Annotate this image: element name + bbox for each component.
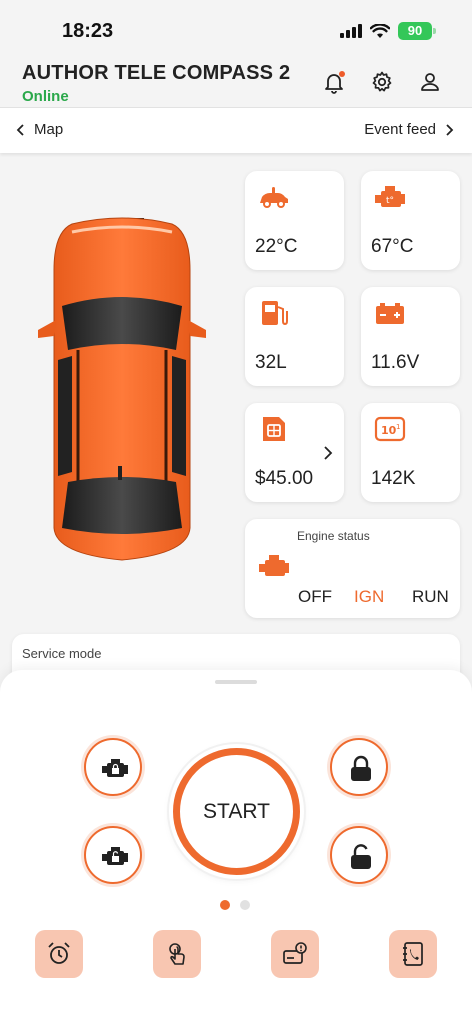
engine-unlock-button[interactable] [84, 826, 142, 884]
status-bar: 18:23 90 [0, 0, 472, 60]
engine-state-run[interactable]: RUN [412, 587, 449, 607]
phonebook-icon [403, 942, 423, 966]
event-feed-link[interactable]: Event feed [364, 121, 454, 138]
engine-status-card: Engine status OFF IGN RUN [245, 519, 460, 618]
svg-text:1: 1 [396, 423, 400, 431]
device-title: AUTHOR TELE COMPASS 2 [22, 62, 291, 84]
engine-status-title: Engine status [297, 529, 370, 543]
nav-bar: Map Event feed [0, 107, 472, 153]
engine-temperature-tile: t° 67°C [361, 171, 460, 270]
fuel-icon [262, 301, 288, 326]
engine-temperature-value: 67°C [371, 236, 414, 257]
alarm-clock-icon [48, 942, 70, 964]
map-link[interactable]: Map [16, 121, 63, 138]
wifi-icon [370, 23, 390, 38]
odometer-value: 142K [371, 468, 416, 489]
engine-icon [259, 555, 289, 576]
start-button[interactable]: START [173, 748, 300, 875]
battery-indicator: 90 [398, 22, 436, 40]
phonebook-button[interactable] [389, 930, 437, 978]
page-dot-2[interactable] [240, 900, 250, 910]
engine-temperature-icon: t° [375, 186, 405, 207]
odometer-icon: 10 1 [374, 416, 406, 442]
lock-icon [351, 755, 371, 781]
fuel-value: 32L [255, 352, 287, 373]
event-feed-label: Event feed [364, 121, 436, 138]
engine-state-ign[interactable]: IGN [354, 587, 384, 607]
status-time: 18:23 [62, 20, 114, 42]
engine-state-off[interactable]: OFF [298, 587, 332, 607]
page-indicator [220, 900, 250, 910]
fuel-tile: 32L [245, 287, 344, 386]
unlock-button[interactable] [330, 826, 388, 884]
chevron-right-icon [446, 123, 454, 136]
car-top-view-illustration [38, 217, 206, 561]
status-icons: 90 [340, 22, 436, 40]
notification-dot [339, 71, 345, 77]
sim-balance-tile[interactable]: $45.00 [245, 403, 344, 502]
cabin-temperature-value: 22°C [255, 236, 298, 257]
battery-voltage-value: 11.6V [371, 352, 420, 373]
service-mode-label: Service mode [22, 646, 102, 661]
sheet-handle[interactable] [215, 680, 257, 684]
engine-lock-icon [102, 759, 128, 777]
lock-button[interactable] [330, 738, 388, 796]
user-icon [421, 73, 439, 91]
engine-lock-button[interactable] [84, 738, 142, 796]
touch-icon [169, 943, 185, 965]
sim-card-icon [263, 417, 285, 441]
map-label: Map [34, 121, 64, 138]
card-alert-icon [283, 942, 307, 964]
chevron-right-icon [324, 446, 333, 460]
connection-status: Online [22, 88, 69, 105]
profile-button[interactable] [418, 70, 442, 94]
app-header: AUTHOR TELE COMPASS 2 Online [0, 60, 472, 106]
signal-icon [340, 24, 362, 38]
battery-icon [376, 303, 404, 324]
sim-balance-value: $45.00 [255, 468, 314, 489]
page-dot-1[interactable] [220, 900, 230, 910]
svg-text:t°: t° [386, 196, 394, 206]
gear-icon [372, 71, 392, 92]
engine-unlock-icon [102, 847, 128, 865]
odometer-tile: 10 1 142K [361, 403, 460, 502]
touch-control-button[interactable] [153, 930, 201, 978]
alarm-clock-button[interactable] [35, 930, 83, 978]
car-temperature-icon [260, 187, 288, 208]
svg-text:10: 10 [381, 424, 397, 437]
cabin-temperature-tile: 22°C [245, 171, 344, 270]
notifications-button[interactable] [322, 70, 346, 94]
chevron-left-icon [16, 123, 24, 136]
battery-voltage-tile: 11.6V [361, 287, 460, 386]
card-alert-button[interactable] [271, 930, 319, 978]
settings-button[interactable] [370, 70, 394, 94]
unlock-icon [351, 844, 371, 869]
